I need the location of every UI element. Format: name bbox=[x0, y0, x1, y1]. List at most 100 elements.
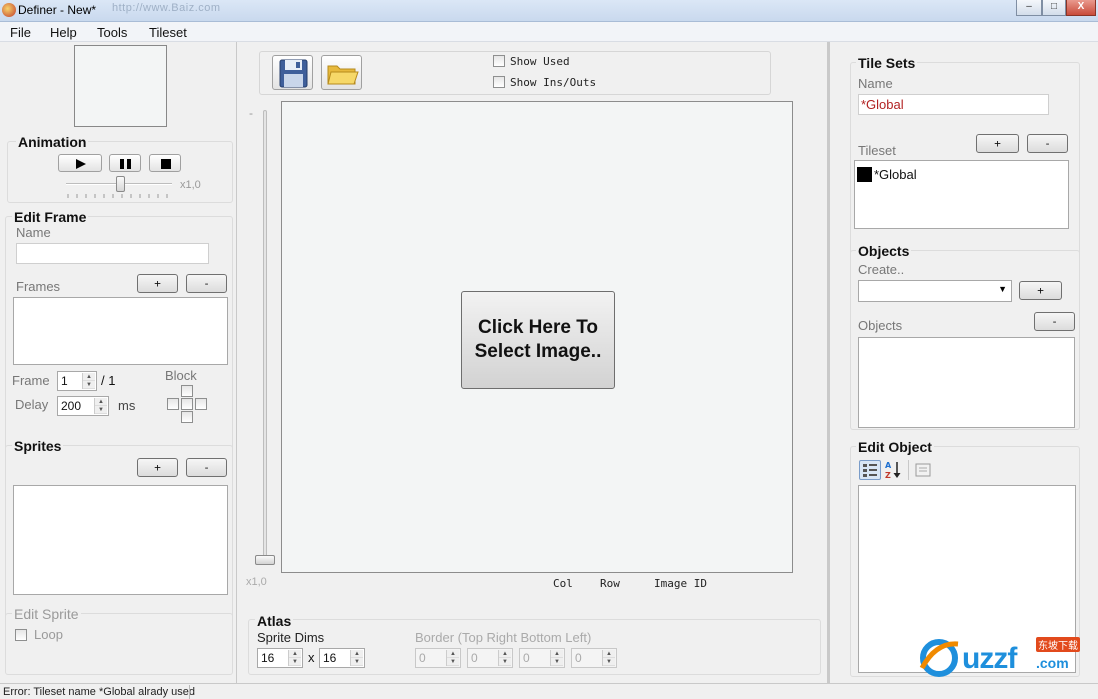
border-bottom-stepper[interactable]: 0 ▲ ▼ bbox=[519, 648, 565, 668]
open-button[interactable] bbox=[321, 55, 362, 90]
tileset-list-item[interactable]: *Global bbox=[857, 166, 917, 182]
zoom-slider[interactable] bbox=[255, 555, 275, 565]
border-top-arrows[interactable]: ▲ ▼ bbox=[446, 650, 459, 666]
tileset-list[interactable]: *Global bbox=[854, 160, 1069, 229]
border-left-stepper[interactable]: 0 ▲ ▼ bbox=[571, 648, 617, 668]
sprite-width-arrows[interactable]: ▲ ▼ bbox=[288, 650, 301, 666]
status-text: Error: Tileset name *Global alrady used bbox=[3, 686, 195, 698]
frames-list[interactable] bbox=[13, 297, 228, 365]
frame-index-arrows[interactable]: ▲ ▼ bbox=[82, 373, 95, 389]
frame-index-label: Frame bbox=[12, 373, 50, 388]
edit-object-title: Edit Object bbox=[856, 439, 934, 455]
border-bottom-value: 0 bbox=[523, 651, 530, 665]
edit-sprite-group: Edit Sprite Loop bbox=[5, 606, 233, 675]
sprite-height-value: 16 bbox=[323, 651, 337, 665]
create-label: Create.. bbox=[858, 262, 905, 277]
delay-arrows[interactable]: ▲ ▼ bbox=[94, 398, 107, 414]
block-right-checkbox[interactable] bbox=[195, 398, 207, 410]
status-bar: Error: Tileset name *Global alrady used bbox=[0, 683, 1098, 699]
remove-frame-button[interactable]: - bbox=[186, 274, 227, 293]
stop-button[interactable] bbox=[149, 154, 181, 172]
sprites-title: Sprites bbox=[12, 438, 64, 454]
remove-object-button[interactable]: - bbox=[1034, 312, 1075, 331]
play-button[interactable] bbox=[58, 154, 102, 172]
edit-sprite-title: Edit Sprite bbox=[12, 606, 81, 622]
animation-preview bbox=[74, 45, 167, 127]
menu-bar: File Help Tools Tileset bbox=[0, 22, 1098, 42]
dims-separator: x bbox=[308, 650, 315, 665]
select-image-button[interactable]: Click Here To Select Image.. bbox=[461, 291, 615, 389]
objects-group: Objects Create.. ▼ + Objects - bbox=[850, 243, 1080, 430]
chevron-down-icon: ▼ bbox=[998, 284, 1007, 294]
frame-index-stepper[interactable]: 1 ▲ ▼ bbox=[57, 371, 97, 391]
sprite-height-stepper[interactable]: 16 ▲ ▼ bbox=[319, 648, 365, 668]
zoom-value: x1,0 bbox=[246, 576, 267, 588]
menu-file[interactable]: File bbox=[10, 25, 31, 40]
sprite-height-arrows[interactable]: ▲ ▼ bbox=[350, 650, 363, 666]
add-sprite-button[interactable]: + bbox=[137, 458, 178, 477]
show-ins-outs-checkbox[interactable] bbox=[493, 76, 505, 88]
loop-checkbox[interactable] bbox=[15, 629, 27, 641]
col-label: Col bbox=[553, 577, 573, 590]
menu-help[interactable]: Help bbox=[50, 25, 77, 40]
frames-label: Frames bbox=[16, 279, 61, 294]
menu-tools[interactable]: Tools bbox=[97, 25, 127, 40]
save-icon bbox=[279, 59, 308, 88]
image-id-label: Image ID bbox=[654, 577, 707, 590]
block-top-checkbox[interactable] bbox=[181, 385, 193, 397]
svg-text:Z: Z bbox=[885, 471, 891, 480]
alphabetical-view-button[interactable]: A Z bbox=[884, 460, 904, 480]
frame-index-value: 1 bbox=[61, 374, 68, 388]
minimize-button[interactable]: – bbox=[1016, 0, 1042, 16]
categorized-view-button[interactable] bbox=[859, 460, 881, 480]
animation-speed-label: x1,0 bbox=[180, 179, 201, 191]
uzzf-logo-icon bbox=[919, 639, 959, 677]
block-bottom-checkbox[interactable] bbox=[181, 411, 193, 423]
property-pages-icon bbox=[915, 463, 931, 477]
remove-sprite-button[interactable]: - bbox=[186, 458, 227, 477]
left-panel: Animation x1,0 Edit Frame Name Frames + … bbox=[0, 42, 237, 683]
border-top-stepper[interactable]: 0 ▲ ▼ bbox=[415, 648, 461, 668]
sprite-width-stepper[interactable]: 16 ▲ ▼ bbox=[257, 648, 303, 668]
delay-label: Delay bbox=[15, 397, 49, 412]
remove-tileset-button[interactable]: - bbox=[1027, 134, 1068, 153]
show-used-checkbox[interactable] bbox=[493, 55, 505, 67]
objects-label: Objects bbox=[858, 318, 903, 333]
add-object-button[interactable]: + bbox=[1019, 281, 1062, 300]
maximize-button[interactable]: □ bbox=[1042, 0, 1066, 16]
sprites-list[interactable] bbox=[13, 485, 228, 595]
close-button[interactable]: X bbox=[1066, 0, 1096, 16]
add-frame-button[interactable]: + bbox=[137, 274, 178, 293]
tile-sets-group: Tile Sets Name *Global Tileset + - *Glob… bbox=[850, 55, 1080, 272]
block-center-checkbox[interactable] bbox=[181, 398, 193, 410]
watermark-text: uzzf bbox=[962, 642, 1017, 675]
border-right-arrows[interactable]: ▲ ▼ bbox=[498, 650, 511, 666]
menu-tileset[interactable]: Tileset bbox=[149, 25, 187, 40]
uzzf-watermark: uzzf .com 东坡下载 bbox=[914, 634, 1092, 680]
delay-unit: ms bbox=[118, 398, 136, 413]
border-bottom-arrows[interactable]: ▲ ▼ bbox=[550, 650, 563, 666]
frame-name-label: Name bbox=[16, 225, 51, 240]
add-tileset-button[interactable]: + bbox=[976, 134, 1019, 153]
create-object-select[interactable]: ▼ bbox=[858, 280, 1012, 302]
delay-stepper[interactable]: 200 ▲ ▼ bbox=[57, 396, 109, 416]
save-button[interactable] bbox=[272, 55, 313, 90]
property-pages-button[interactable] bbox=[913, 461, 933, 479]
frame-name-input[interactable] bbox=[16, 243, 209, 264]
title-bar: Definer - New* http://www.Baiz.com – □ X bbox=[0, 0, 1098, 22]
tileset-name-label: Name bbox=[858, 76, 893, 91]
block-left-checkbox[interactable] bbox=[167, 398, 179, 410]
show-used-label: Show Used bbox=[510, 55, 570, 68]
objects-list[interactable] bbox=[858, 337, 1075, 428]
image-canvas[interactable]: Click Here To Select Image.. bbox=[281, 101, 793, 573]
tileset-name-input[interactable]: *Global bbox=[858, 94, 1049, 115]
border-right-stepper[interactable]: 0 ▲ ▼ bbox=[467, 648, 513, 668]
pause-button[interactable] bbox=[109, 154, 141, 172]
objects-title: Objects bbox=[856, 243, 912, 259]
animation-speed-slider[interactable] bbox=[116, 176, 125, 192]
svg-text:A: A bbox=[885, 461, 892, 470]
border-left-arrows[interactable]: ▲ ▼ bbox=[602, 650, 615, 666]
border-right-value: 0 bbox=[471, 651, 478, 665]
watermark-suffix: .com bbox=[1036, 655, 1069, 671]
play-icon bbox=[76, 159, 86, 169]
